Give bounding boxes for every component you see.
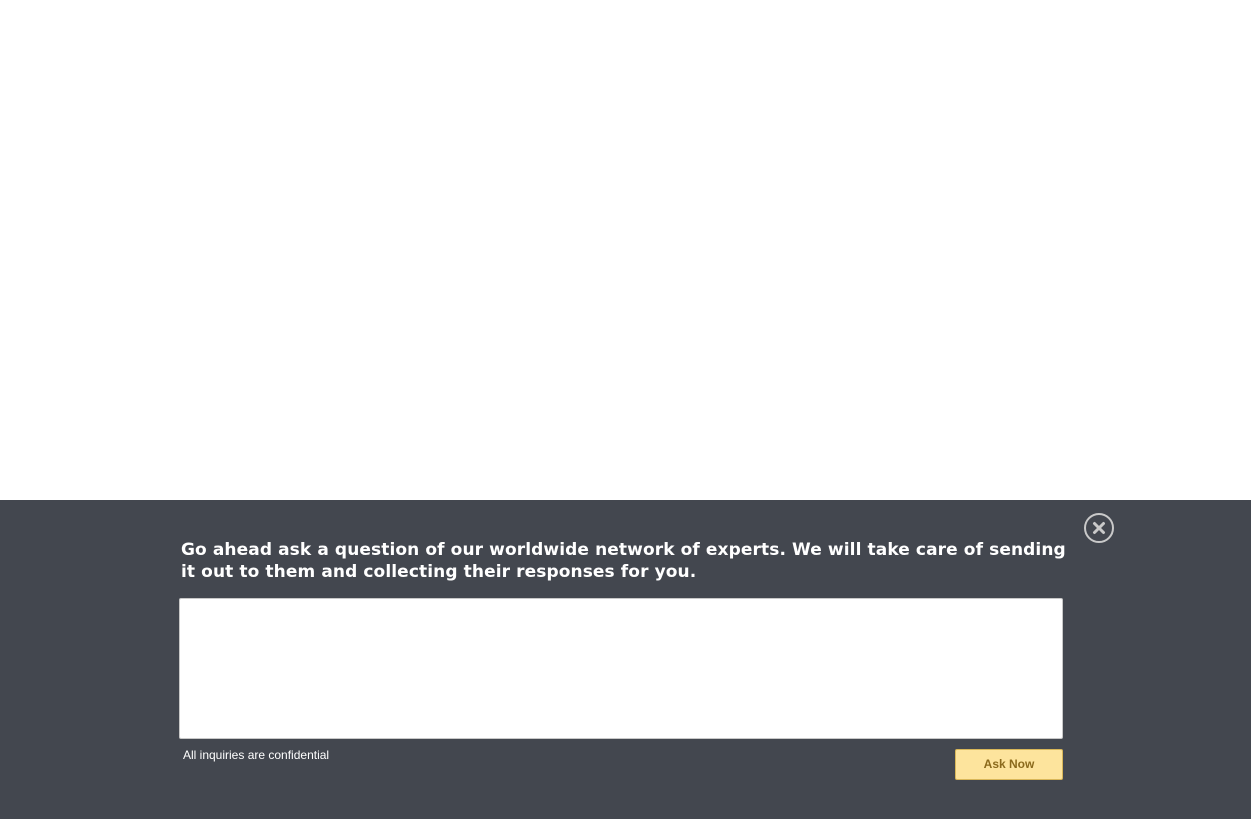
question-input[interactable] (179, 598, 1063, 739)
page-background (0, 0, 1251, 500)
ask-question-panel: Go ahead ask a question of our worldwide… (0, 500, 1251, 819)
confidential-note: All inquiries are confidential (183, 748, 330, 762)
ask-now-button[interactable]: Ask Now (955, 749, 1063, 780)
close-button[interactable] (1084, 513, 1114, 543)
ask-prompt-heading: Go ahead ask a question of our worldwide… (181, 540, 1066, 582)
close-icon (1093, 522, 1105, 534)
